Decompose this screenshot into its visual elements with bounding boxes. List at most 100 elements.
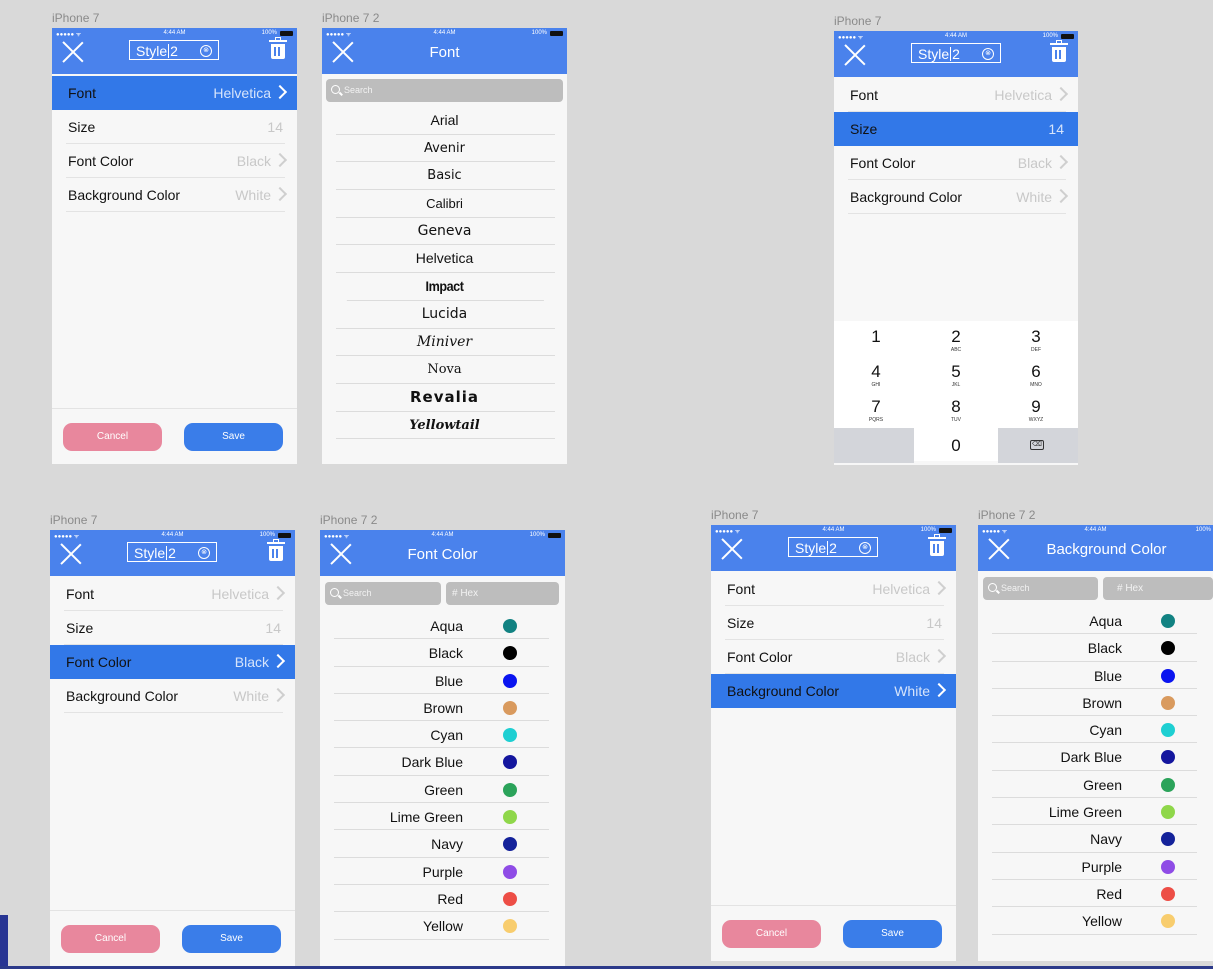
frame-font-color-picker: iPhone 7 2 ●●●●● ᯤ 4:44 AM 100% Font Col… [320, 513, 565, 966]
font-option-lucida[interactable]: Lucida [322, 301, 567, 329]
color-option-dark-blue[interactable]: Dark Blue [978, 743, 1213, 772]
search-input[interactable]: Search [983, 577, 1098, 600]
color-option-brown[interactable]: Brown [320, 694, 565, 722]
color-option-brown[interactable]: Brown [978, 689, 1213, 717]
row-value: White [1016, 189, 1052, 205]
color-option-yellow[interactable]: Yellow [978, 907, 1213, 935]
clear-text-icon[interactable]: ⊗ [982, 48, 994, 60]
row-size[interactable]: Size 14 [52, 110, 297, 144]
key-6[interactable]: 6 MNO [996, 358, 1076, 393]
color-option-black[interactable]: Black [978, 634, 1213, 662]
key-8[interactable]: 8 TUV [916, 393, 996, 428]
color-option-blue[interactable]: Blue [320, 667, 565, 695]
color-option-green[interactable]: Green [320, 776, 565, 804]
row-font-color[interactable]: Font Color Black [834, 146, 1078, 180]
color-option-aqua[interactable]: Aqua [978, 607, 1213, 635]
frame-font-picker: iPhone 7 2 ●●●●● ᯤ 4:44 AM 100% Font Sea… [322, 11, 567, 464]
row-background-color[interactable]: Background Color White [711, 674, 956, 708]
row-font[interactable]: Font Helvetica [50, 577, 295, 611]
color-list: Aqua Black Blue Brown Cyan Dark Blue Green Lime… [320, 612, 565, 940]
row-font-color[interactable]: Font Color Black [52, 144, 297, 178]
color-option-dark-blue[interactable]: Dark Blue [320, 748, 565, 777]
key-4[interactable]: 4 GHI [836, 358, 916, 393]
save-button[interactable]: Save [184, 423, 283, 451]
font-option-avenir[interactable]: Avenir [322, 135, 567, 163]
search-input[interactable]: Search [325, 582, 441, 605]
font-option-impact[interactable]: Impact [334, 273, 555, 301]
color-option-black[interactable]: Black [320, 639, 565, 667]
font-option-yellowtail[interactable]: Yellowtail [322, 412, 567, 440]
font-option-arial[interactable]: Arial [322, 107, 567, 135]
font-option-nova[interactable]: Nova [322, 356, 567, 384]
clear-text-icon[interactable]: ⊗ [859, 542, 871, 554]
color-option-lime-green[interactable]: Lime Green [978, 798, 1213, 826]
color-option-cyan[interactable]: Cyan [320, 721, 565, 749]
row-size[interactable]: Size 14 [50, 611, 295, 645]
row-font[interactable]: Font Helvetica [834, 78, 1078, 112]
color-option-navy[interactable]: Navy [978, 825, 1213, 853]
color-option-cyan[interactable]: Cyan [978, 716, 1213, 744]
key-3[interactable]: 3 DEF [996, 323, 1076, 358]
close-icon[interactable] [62, 41, 84, 63]
color-option-purple[interactable]: Purple [978, 853, 1213, 881]
close-icon[interactable] [721, 538, 743, 560]
color-option-green[interactable]: Green [978, 771, 1213, 799]
search-icon [988, 583, 997, 592]
font-option-calibri[interactable]: Calibri [322, 190, 567, 218]
key-5[interactable]: 5 JKL [916, 358, 996, 393]
trash-icon[interactable] [928, 534, 946, 556]
cancel-button[interactable]: Cancel [61, 925, 160, 953]
font-option-revalia[interactable]: Revalia [322, 384, 567, 412]
row-font-color[interactable]: Font Color Black [50, 645, 295, 679]
row-background-color[interactable]: Background Color White [834, 180, 1078, 214]
key-delete[interactable]: ⌫ [998, 428, 1078, 463]
key-9[interactable]: 9 WXYZ [996, 393, 1076, 428]
color-name: Red [1096, 885, 1122, 902]
trash-icon[interactable] [269, 37, 287, 59]
clear-text-icon[interactable]: ⊗ [200, 45, 212, 57]
style-name-input[interactable]: Style 2 ⊗ [127, 542, 217, 562]
trash-icon[interactable] [1050, 40, 1068, 62]
settings-list: Font Helvetica Size 14 Font Color Black … [711, 572, 956, 708]
key-7[interactable]: 7 PQRS [836, 393, 916, 428]
cancel-button[interactable]: Cancel [63, 423, 162, 451]
color-option-red[interactable]: Red [320, 885, 565, 913]
font-option-basic[interactable]: Basic [322, 162, 567, 190]
key-2[interactable]: 2 ABC [916, 323, 996, 358]
trash-icon[interactable] [267, 539, 285, 561]
save-button[interactable]: Save [843, 920, 942, 948]
style-name-suffix: 2 [829, 540, 837, 556]
row-size[interactable]: Size 14 [834, 112, 1078, 146]
save-button[interactable]: Save [182, 925, 281, 953]
row-font-color[interactable]: Font Color Black [711, 640, 956, 674]
color-option-red[interactable]: Red [978, 880, 1213, 908]
row-font[interactable]: Font Helvetica [711, 572, 956, 606]
color-option-purple[interactable]: Purple [320, 858, 565, 886]
close-icon[interactable] [60, 543, 82, 565]
color-option-blue[interactable]: Blue [978, 662, 1213, 690]
close-icon[interactable] [844, 44, 866, 66]
hex-input[interactable]: # Hex [1103, 577, 1213, 600]
row-font[interactable]: Font Helvetica [52, 76, 297, 110]
font-option-miniver[interactable]: Miniver [322, 329, 567, 357]
color-option-yellow[interactable]: Yellow [320, 912, 565, 940]
hex-input[interactable]: # Hex [446, 582, 559, 605]
font-option-geneva[interactable]: Geneva [322, 218, 567, 246]
font-option-helvetica[interactable]: Helvetica [322, 245, 567, 273]
search-input[interactable]: Search [326, 79, 563, 102]
chevron-right-icon [931, 580, 947, 596]
style-name-input[interactable]: Style 2 ⊗ [788, 537, 878, 557]
color-option-navy[interactable]: Navy [320, 830, 565, 858]
style-name-input[interactable]: Style 2 ⊗ [911, 43, 1001, 63]
cancel-button[interactable]: Cancel [722, 920, 821, 948]
key-0[interactable]: 0 [914, 428, 998, 463]
key-1[interactable]: 1 [836, 323, 916, 358]
color-option-aqua[interactable]: Aqua [320, 612, 565, 640]
clear-text-icon[interactable]: ⊗ [198, 547, 210, 559]
row-background-color[interactable]: Background Color White [50, 679, 295, 713]
style-name-input[interactable]: Style 2 ⊗ [129, 40, 219, 60]
row-label: Size [727, 615, 755, 631]
color-option-lime-green[interactable]: Lime Green [320, 803, 565, 831]
row-size[interactable]: Size 14 [711, 606, 956, 640]
row-background-color[interactable]: Background Color White [52, 178, 297, 212]
